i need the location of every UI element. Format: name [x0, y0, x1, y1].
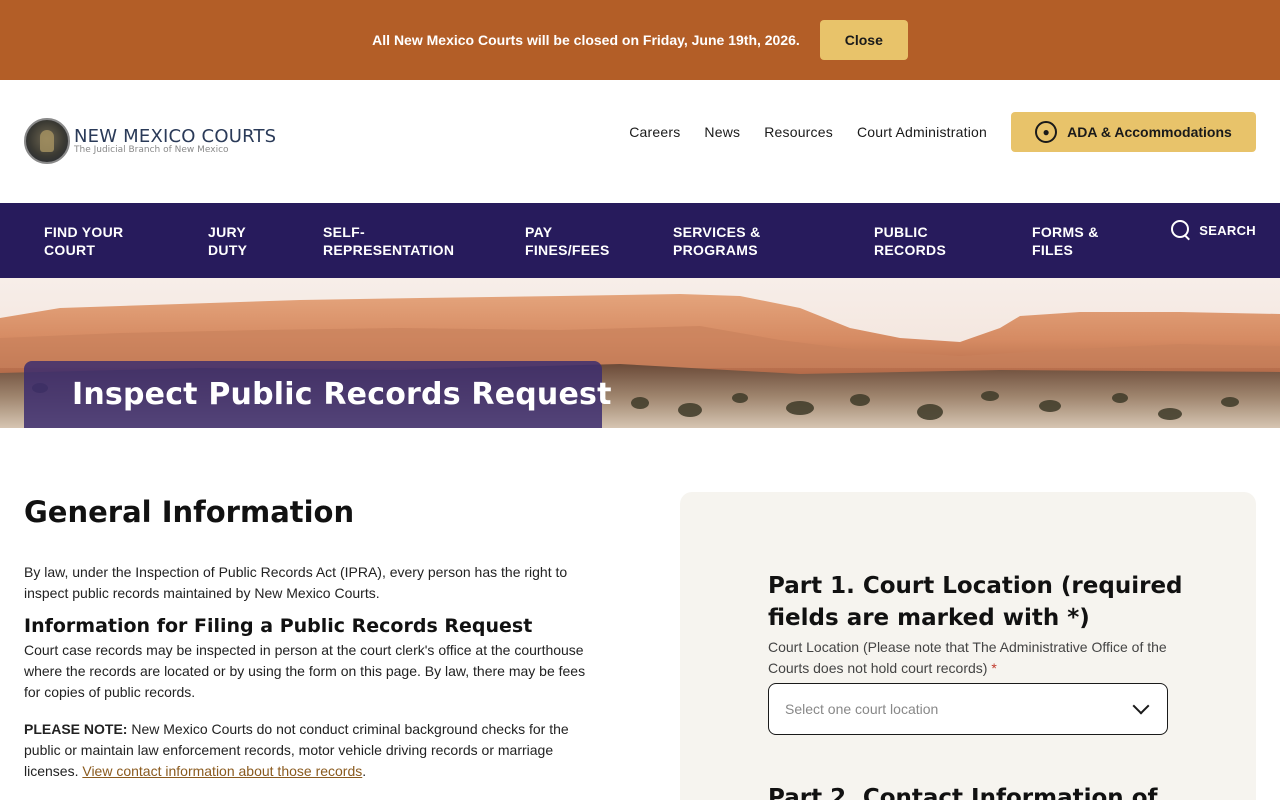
nav-item-services-programs[interactable]: SERVICES & PROGRAMS	[673, 223, 761, 259]
part2-heading: Part 2. Contact Information of	[768, 785, 1158, 800]
nav-label-line1: PUBLIC	[874, 224, 928, 240]
nav-item-self-representation[interactable]: SELF- REPRESENTATION	[323, 223, 454, 259]
chevron-down-icon	[1132, 697, 1150, 715]
search-label: SEARCH	[1199, 222, 1256, 238]
nav-label-line2: FINES/FEES	[525, 242, 610, 258]
ada-button-label: ADA & Accommodations	[1067, 124, 1232, 140]
filing-heading: Information for Filing a Public Records …	[24, 615, 533, 637]
alert-message: All New Mexico Courts will be closed on …	[372, 32, 800, 48]
general-information-section: General Information By law, under the In…	[24, 492, 594, 782]
court-location-placeholder: Select one court location	[785, 701, 939, 717]
utility-nav: Careers News Resources Court Administrat…	[629, 124, 987, 140]
hero-title-panel: Inspect Public Records Request	[24, 361, 611, 428]
nav-label-line2: REPRESENTATION	[323, 242, 455, 258]
alert-close-button[interactable]: Close	[819, 20, 908, 60]
closure-alert-bar: All New Mexico Courts will be closed on …	[0, 0, 1280, 80]
nav-label-line1: JURY	[208, 224, 247, 240]
nav-item-public-records[interactable]: PUBLIC RECORDS	[874, 223, 946, 259]
court-location-label-text: Court Location (Please note that The Adm…	[768, 639, 1167, 676]
nav-label-line1: PAY	[525, 224, 553, 240]
court-location-select[interactable]: Select one court location	[768, 683, 1168, 735]
nav-label-line1: SERVICES &	[673, 224, 761, 240]
search-icon	[1171, 220, 1191, 240]
general-information-heading: General Information	[24, 495, 355, 529]
nav-label-line2: COURT	[44, 242, 96, 258]
intro-paragraph: By law, under the Inspection of Public R…	[24, 564, 568, 601]
ada-accommodations-button[interactable]: ● ADA & Accommodations	[1011, 112, 1256, 152]
nav-item-jury-duty[interactable]: JURY DUTY	[208, 223, 247, 259]
please-note-label: PLEASE NOTE:	[24, 721, 128, 737]
logo-title: NEW MEXICO COURTS	[74, 126, 277, 147]
hero-banner: Inspect Public Records Request	[0, 278, 1280, 428]
required-asterisk: *	[991, 660, 997, 676]
site-header: NEW MEXICO COURTS The Judicial Branch of…	[0, 80, 1280, 203]
page-title: Inspect Public Records Request	[72, 377, 612, 412]
records-request-form: Part 1. Court Location (required fields …	[680, 492, 1256, 800]
contact-information-link[interactable]: View contact information about those rec…	[82, 763, 362, 779]
main-nav: FIND YOUR COURT JURY DUTY SELF- REPRESEN…	[0, 203, 1280, 278]
nav-label-line2: PROGRAMS	[673, 242, 758, 258]
accessibility-icon: ●	[1035, 121, 1058, 143]
nav-item-pay-fines-fees[interactable]: PAY FINES/FEES	[525, 223, 610, 259]
please-note-end: .	[362, 763, 367, 779]
nav-search-button[interactable]: SEARCH	[1171, 220, 1256, 240]
nav-label-line2: DUTY	[208, 242, 248, 258]
utility-link-resources[interactable]: Resources	[764, 124, 833, 140]
nav-label-line1: SELF-	[323, 224, 365, 240]
part1-heading: Part 1. Court Location (required fields …	[768, 573, 1183, 631]
filing-paragraph: Court case records may be inspected in p…	[24, 642, 586, 700]
court-location-label: Court Location (Please note that The Adm…	[768, 637, 1178, 679]
please-note-paragraph: PLEASE NOTE: New Mexico Courts do not co…	[24, 719, 594, 782]
site-logo[interactable]: NEW MEXICO COURTS The Judicial Branch of…	[24, 118, 276, 164]
court-seal-icon	[24, 118, 70, 164]
utility-link-careers[interactable]: Careers	[629, 124, 680, 140]
nav-label-line2: RECORDS	[874, 242, 947, 258]
logo-text: NEW MEXICO COURTS The Judicial Branch of…	[74, 126, 277, 156]
utility-link-court-administration[interactable]: Court Administration	[857, 124, 987, 140]
nav-item-forms-files[interactable]: FORMS & FILES	[1032, 223, 1099, 259]
nav-label-line2: FILES	[1032, 242, 1074, 258]
nav-label-line1: FORMS &	[1032, 224, 1099, 240]
utility-link-news[interactable]: News	[704, 124, 740, 140]
nav-item-find-your-court[interactable]: FIND YOUR COURT	[44, 223, 123, 259]
nav-label-line1: FIND YOUR	[44, 224, 124, 240]
